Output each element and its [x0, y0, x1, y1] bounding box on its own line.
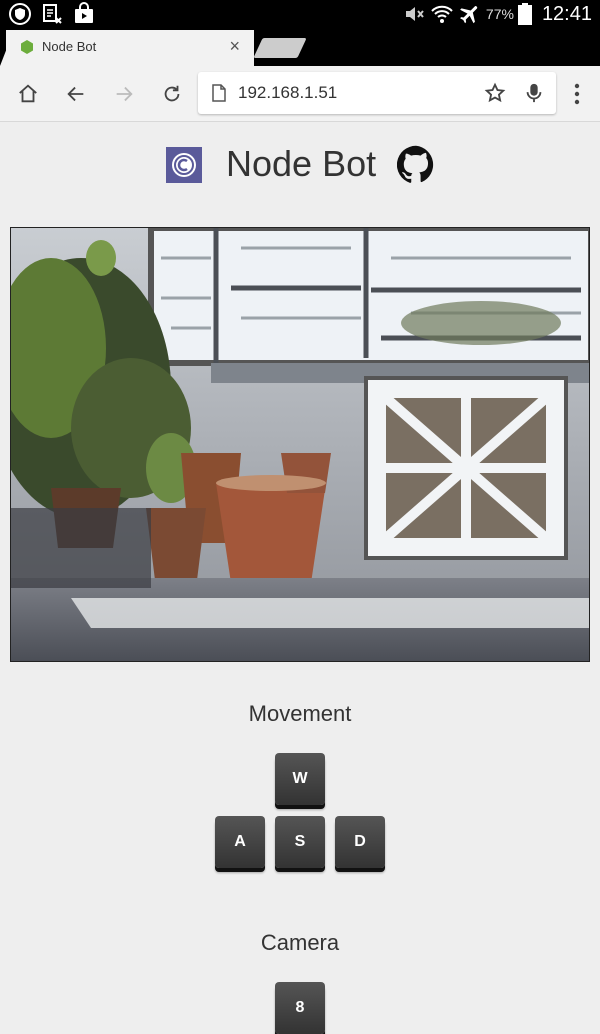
airplane-mode-icon: [460, 6, 478, 24]
sim-icon: [43, 4, 62, 24]
move-left-key[interactable]: A: [215, 816, 265, 868]
browser-toolbar: 192.168.1.51: [0, 66, 600, 122]
home-button[interactable]: [14, 80, 42, 108]
bookmark-star-icon[interactable]: [484, 82, 506, 104]
battery-percent: 77%: [485, 6, 514, 22]
android-status-bar: 77% 12:41: [0, 0, 600, 28]
reload-icon: [164, 85, 180, 102]
page-icon: [212, 84, 226, 102]
forward-button[interactable]: [110, 80, 138, 108]
arrow-forward-icon: [116, 86, 133, 102]
page-title: Node Bot: [226, 143, 377, 184]
logo-icon: [166, 147, 202, 183]
menu-button[interactable]: [563, 80, 591, 108]
move-forward-key[interactable]: W: [275, 753, 325, 805]
more-vert-icon: [574, 83, 580, 105]
shield-icon: [9, 3, 31, 25]
wifi-icon: [431, 5, 453, 23]
clock: 12:41: [541, 2, 592, 25]
arrow-back-icon: [67, 86, 84, 102]
shopping-bag-icon: [75, 2, 93, 23]
tab-node-bot[interactable]: Node Bot ×: [0, 30, 254, 66]
movement-heading: Movement: [248, 701, 352, 726]
new-tab-button[interactable]: [253, 38, 307, 58]
tab-title: Node Bot: [42, 39, 97, 54]
node-favicon-icon: [21, 40, 33, 54]
microphone-icon[interactable]: [524, 82, 544, 104]
back-button[interactable]: [62, 80, 90, 108]
home-icon: [19, 84, 37, 103]
github-icon[interactable]: [397, 145, 435, 183]
close-tab-icon[interactable]: ×: [229, 36, 240, 57]
page-content: Node Bot Movement W A S D Camera 8: [0, 123, 600, 1034]
move-right-key[interactable]: D: [335, 816, 385, 868]
mute-icon: [405, 7, 424, 21]
camera-feed-image: [10, 227, 590, 662]
camera-up-key[interactable]: 8: [275, 982, 325, 1034]
reload-button[interactable]: [158, 80, 186, 108]
battery-icon: [517, 3, 532, 25]
url-bar[interactable]: 192.168.1.51: [198, 72, 556, 114]
camera-heading: Camera: [260, 930, 340, 955]
url-text: 192.168.1.51: [238, 83, 338, 102]
page-header: Node Bot: [0, 141, 600, 191]
move-back-key[interactable]: S: [275, 816, 325, 868]
